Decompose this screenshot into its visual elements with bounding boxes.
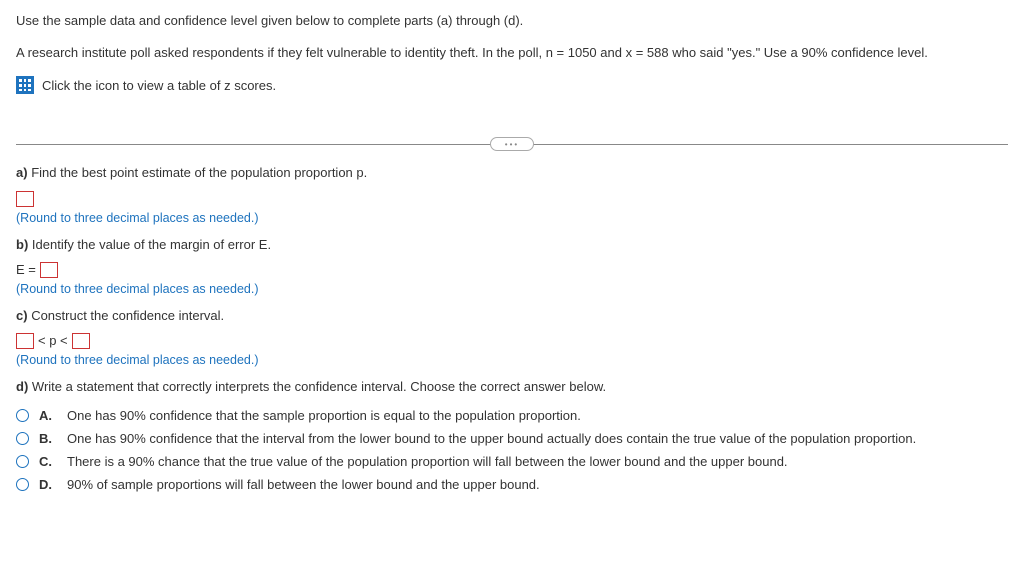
choice-a[interactable]: A. One has 90% confidence that the sampl… xyxy=(16,408,1008,423)
choice-a-text: One has 90% confidence that the sample p… xyxy=(67,408,1008,423)
z-table-link-row: Click the icon to view a table of z scor… xyxy=(16,76,1008,94)
radio-d[interactable] xyxy=(16,478,29,491)
choice-b[interactable]: B. One has 90% confidence that the inter… xyxy=(16,431,1008,446)
radio-a[interactable] xyxy=(16,409,29,422)
choice-d-letter: D. xyxy=(39,477,57,492)
instruction-line-1: Use the sample data and confidence level… xyxy=(16,12,1008,30)
choice-c[interactable]: C. There is a 90% chance that the true v… xyxy=(16,454,1008,469)
choice-c-text: There is a 90% chance that the true valu… xyxy=(67,454,1008,469)
choice-a-letter: A. xyxy=(39,408,57,423)
choice-b-text: One has 90% confidence that the interval… xyxy=(67,431,1008,446)
part-b-text: Identify the value of the margin of erro… xyxy=(32,237,271,252)
part-c-label: c) xyxy=(16,308,28,323)
part-a-hint: (Round to three decimal places as needed… xyxy=(16,211,1008,225)
part-b-hint: (Round to three decimal places as needed… xyxy=(16,282,1008,296)
part-b: b) Identify the value of the margin of e… xyxy=(16,237,1008,296)
instruction-line-2: A research institute poll asked responde… xyxy=(16,44,1008,62)
input-E[interactable] xyxy=(40,262,58,278)
choice-c-letter: C. xyxy=(39,454,57,469)
separator: ••• xyxy=(16,144,1008,145)
part-a: a) Find the best point estimate of the p… xyxy=(16,165,1008,225)
part-d-label: d) xyxy=(16,379,28,394)
input-upper-bound[interactable] xyxy=(72,333,90,349)
part-a-text: Find the best point estimate of the popu… xyxy=(31,165,367,180)
part-c: c) Construct the confidence interval. < … xyxy=(16,308,1008,367)
z-table-link-text[interactable]: Click the icon to view a table of z scor… xyxy=(42,78,276,93)
eq-label-E: E = xyxy=(16,262,36,277)
choice-d[interactable]: D. 90% of sample proportions will fall b… xyxy=(16,477,1008,492)
input-p-hat[interactable] xyxy=(16,191,34,207)
expand-icon[interactable]: ••• xyxy=(490,137,534,151)
interval-mid: < p < xyxy=(38,333,68,348)
part-a-label: a) xyxy=(16,165,28,180)
table-icon[interactable] xyxy=(16,76,34,94)
part-d: d) Write a statement that correctly inte… xyxy=(16,379,1008,394)
choices: A. One has 90% confidence that the sampl… xyxy=(16,408,1008,492)
choice-d-text: 90% of sample proportions will fall betw… xyxy=(67,477,1008,492)
input-lower-bound[interactable] xyxy=(16,333,34,349)
radio-c[interactable] xyxy=(16,455,29,468)
part-c-text: Construct the confidence interval. xyxy=(31,308,224,323)
part-b-label: b) xyxy=(16,237,28,252)
radio-b[interactable] xyxy=(16,432,29,445)
part-d-text: Write a statement that correctly interpr… xyxy=(32,379,606,394)
choice-b-letter: B. xyxy=(39,431,57,446)
part-c-hint: (Round to three decimal places as needed… xyxy=(16,353,1008,367)
